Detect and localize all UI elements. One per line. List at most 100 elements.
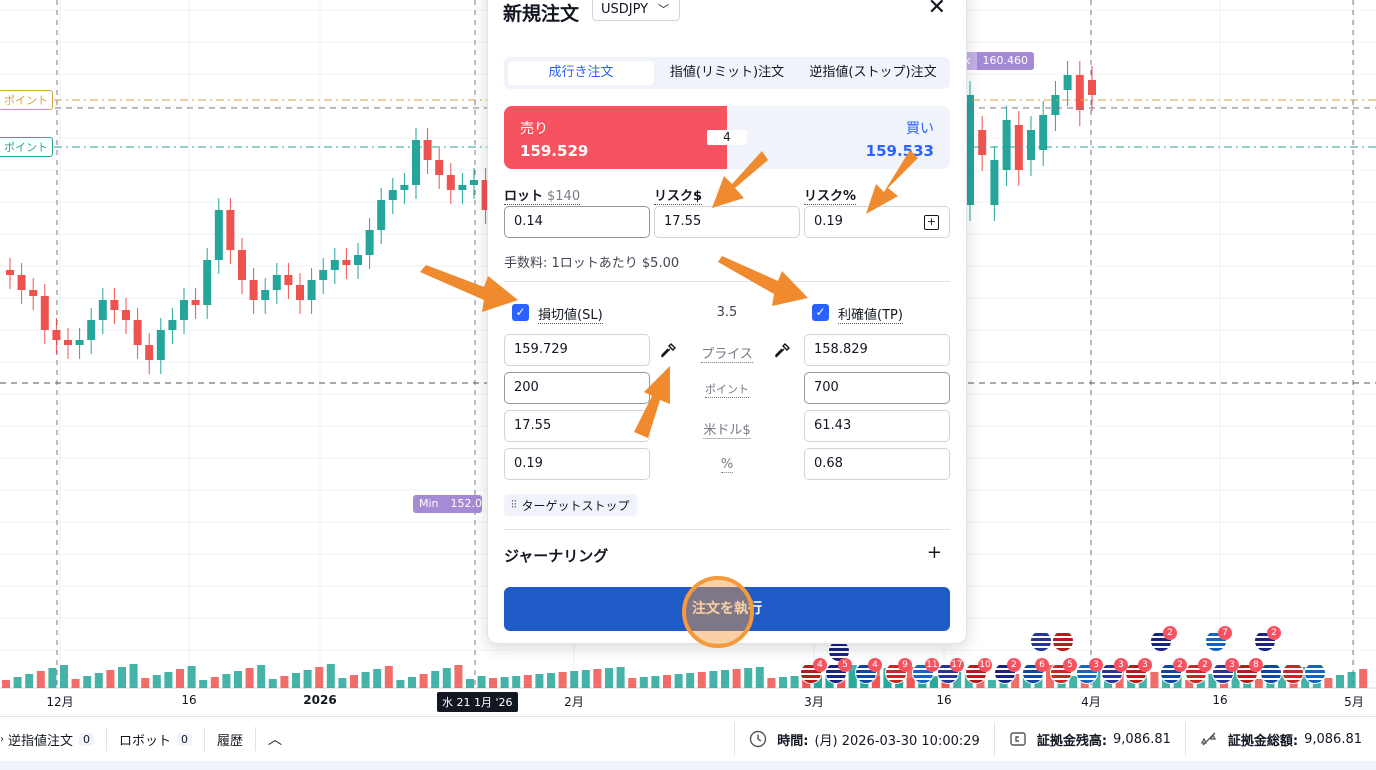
volume-bar — [1336, 675, 1344, 688]
country-flag-icon[interactable] — [1282, 662, 1304, 684]
volume-bar — [118, 667, 126, 688]
time-stat: 時間: (月) 2026-03-30 10:00:29 — [734, 722, 994, 756]
tp-usd-input[interactable]: 61.43 — [804, 410, 950, 442]
tp-price-input[interactable]: 158.829 — [804, 334, 950, 366]
volume-bar — [338, 678, 347, 688]
sl-points-input[interactable]: 200 — [504, 372, 650, 404]
candle — [156, 330, 165, 360]
tab-robots[interactable]: ロボット 0 — [107, 727, 206, 751]
lot-input[interactable]: 0.14 — [504, 206, 650, 238]
risk-pct-input[interactable]: 0.19 + — [804, 206, 950, 238]
usd-row-label: 米ドル$ — [703, 419, 751, 439]
balance-value: 9,086.81 — [1113, 731, 1171, 747]
volume-bar — [187, 666, 196, 688]
risk-usd-input[interactable]: 17.55 — [654, 206, 800, 238]
plus-icon[interactable]: + — [927, 542, 942, 563]
tab-stop-orders[interactable]: › 逆指値注文 0 — [0, 727, 108, 751]
close-icon[interactable]: ✕ — [928, 0, 946, 20]
sl-checkbox[interactable]: ✓ — [512, 304, 529, 321]
spread-value: 4 — [707, 130, 747, 145]
volume-bar — [988, 680, 996, 688]
country-flag-icon[interactable] — [1052, 630, 1074, 652]
sell-button[interactable]: 売り 159.529 — [504, 106, 727, 169]
candle — [1002, 120, 1011, 170]
tp-pct-input[interactable]: 0.68 — [804, 448, 950, 480]
sl-eyedropper-icon[interactable] — [659, 340, 679, 360]
wallet-icon — [1010, 732, 1026, 746]
tp-label: 利確値(TP) — [838, 304, 903, 324]
sl-price-input[interactable]: 159.729 — [504, 334, 650, 366]
candle — [284, 275, 293, 285]
candle — [1063, 75, 1072, 90]
volume-bar — [222, 674, 231, 688]
points-row-label: ポイント — [705, 383, 749, 398]
event-count-badge: 2 — [1267, 626, 1281, 640]
tab-stop[interactable]: 逆指値(ストップ)注文 — [800, 61, 946, 85]
volume-bar — [639, 677, 648, 688]
candle — [168, 320, 177, 330]
pct-row-label: % — [720, 457, 734, 473]
tab-market[interactable]: 成行き注文 — [508, 61, 654, 85]
candle — [1039, 115, 1048, 150]
volume-bar — [605, 668, 613, 688]
tab-limit[interactable]: 指値(リミット)注文 — [654, 61, 800, 85]
volume-bar — [13, 677, 22, 688]
symbol-select[interactable]: USDJPY ﹀ — [592, 0, 680, 21]
volume-bar — [2, 680, 10, 688]
stop-orders-count: 0 — [79, 732, 95, 746]
min-price: 152.0 — [444, 495, 483, 513]
candle — [435, 160, 444, 175]
volume-bar — [152, 675, 161, 688]
volume-bar — [732, 669, 741, 688]
tp-line-label[interactable]: ポイント — [0, 137, 53, 157]
candle — [1075, 75, 1084, 110]
event-count-badge: 2 — [1163, 626, 1177, 640]
event-count-badge: 3 — [1225, 658, 1239, 672]
candle — [377, 200, 386, 230]
tp-checkbox[interactable]: ✓ — [812, 304, 829, 321]
volume-bar — [721, 670, 729, 688]
target-stop-button[interactable]: ⫶⫶ ターゲットストップ — [504, 494, 637, 516]
tp-points-input[interactable]: 700 — [804, 372, 950, 404]
sl-line-label[interactable]: ポイント — [0, 90, 53, 110]
candle — [214, 210, 223, 260]
volume-bar — [431, 671, 440, 688]
chevron-up-icon: ︿ — [268, 732, 283, 748]
volume-bar — [1324, 678, 1333, 688]
highlight-circle — [682, 576, 754, 648]
crosshair-date-label: 水 21 1月 '26 — [437, 692, 518, 712]
volume-bar — [523, 675, 532, 688]
add-icon[interactable]: + — [924, 215, 939, 230]
tab-history[interactable]: 履歴 — [205, 727, 257, 751]
candle — [133, 320, 142, 345]
collapse-button[interactable]: ︿ — [256, 727, 294, 751]
country-flag-icon[interactable] — [1030, 630, 1052, 652]
volume-bar — [477, 676, 486, 688]
buy-button[interactable]: 買い 159.533 — [727, 106, 950, 169]
volume-bar — [709, 671, 718, 688]
volume-bar — [489, 678, 497, 688]
x-label-16: 16 — [181, 693, 197, 707]
stop-orders-label: 逆指値注文 — [8, 733, 74, 749]
balance-stat: 証拠金残高: 9,086.81 — [993, 722, 1185, 756]
country-flag-icon[interactable] — [1260, 662, 1282, 684]
event-count-badge: 3 — [1138, 658, 1152, 672]
event-count-badge: 8 — [1249, 658, 1263, 672]
event-count-badge: 11 — [925, 658, 939, 672]
candle — [238, 250, 246, 280]
x-label-feb: 2月 — [564, 695, 584, 709]
volume-bar — [268, 679, 277, 688]
volume-bar — [558, 672, 567, 688]
tp-eyedropper-icon[interactable] — [773, 340, 793, 360]
sl-pct-input[interactable]: 0.19 — [504, 448, 650, 480]
country-flag-icon[interactable] — [1304, 662, 1326, 684]
event-count-badge: 2 — [1007, 658, 1021, 672]
bottom-strip — [0, 761, 1376, 770]
volume-bar — [628, 678, 637, 688]
candle — [180, 300, 188, 320]
sl-usd-input[interactable]: 17.55 — [504, 410, 650, 442]
volume-bar — [651, 676, 660, 688]
candle — [1027, 130, 1035, 160]
equity-stat: 証拠金総額: 9,086.81 — [1184, 722, 1376, 756]
journaling-label: ジャーナリング — [504, 547, 609, 565]
